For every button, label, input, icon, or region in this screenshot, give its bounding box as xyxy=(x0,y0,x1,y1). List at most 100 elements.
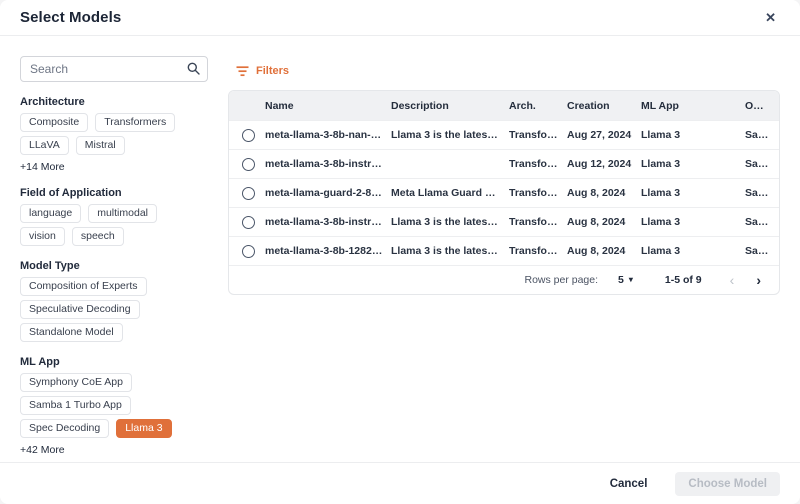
table-row[interactable]: meta-llama-3-8b-instruc…Llama 3 is the l… xyxy=(229,207,779,236)
filter-chip[interactable]: LLaVA xyxy=(20,136,69,155)
filter-group-label: Field of Application xyxy=(20,187,208,199)
cell-description: Llama 3 is the latest itera… xyxy=(391,245,509,257)
next-page-icon[interactable]: › xyxy=(752,271,765,289)
radio-button[interactable] xyxy=(242,216,255,229)
cell-ml-app: Llama 3 xyxy=(641,187,745,199)
filter-group-label: Model Type xyxy=(20,260,208,272)
filter-chip[interactable]: Transformers xyxy=(95,113,175,132)
filter-group: Model Type Composition of Experts Speculat… xyxy=(20,260,208,342)
pagination-range: 1-5 of 9 xyxy=(665,274,702,286)
column-header-ml-app: ML App xyxy=(641,100,745,112)
cell-name: meta-llama-3-8b-nan-ge… xyxy=(265,129,391,141)
select-models-dialog: Select Models ✕ Architecture Composite Tra… xyxy=(0,0,800,504)
table-body: meta-llama-3-8b-nan-ge…Llama 3 is the la… xyxy=(229,120,779,265)
cell-owner: SambaN… xyxy=(745,216,779,228)
table-row[interactable]: meta-llama-3-8b-instruc… Transfor…Aug 12,… xyxy=(229,149,779,178)
filter-chip[interactable]: Symphony CoE App xyxy=(20,373,132,392)
column-header-creation: Creation xyxy=(567,100,641,112)
show-more-link[interactable]: +42 More xyxy=(20,445,65,456)
chip-list: Composition of Experts Speculative Decodi… xyxy=(20,277,208,342)
models-table: Name Description Arch. Creation ML App O… xyxy=(228,90,780,295)
cell-arch: Transfor… xyxy=(509,245,567,257)
filter-chip[interactable]: language xyxy=(20,204,81,223)
chip-list: Composite Transformers LLaVA Mistral xyxy=(20,113,208,155)
cell-arch: Transfor… xyxy=(509,216,567,228)
cell-ml-app: Llama 3 xyxy=(641,129,745,141)
radio-button[interactable] xyxy=(242,158,255,171)
dialog-body: Architecture Composite Transformers LLaVA Mi… xyxy=(0,36,800,462)
filter-chip[interactable]: Samba 1 Turbo App xyxy=(20,396,131,415)
cell-owner: SambaN… xyxy=(745,158,779,170)
previous-page-icon[interactable]: ‹ xyxy=(726,271,739,289)
table-pagination: Rows per page: 5 ▾ 1-5 of 9 ‹ › xyxy=(229,265,779,294)
cell-creation: Aug 8, 2024 xyxy=(567,216,641,228)
column-header-owner: Owner xyxy=(745,100,779,112)
table-panel: Filters Name Description Arch. Creation … xyxy=(228,56,780,462)
column-header-name: Name xyxy=(265,100,391,112)
filter-icon xyxy=(236,66,249,77)
filter-group-label: ML App xyxy=(20,356,208,368)
filter-chip[interactable]: multimodal xyxy=(88,204,157,223)
search-box xyxy=(20,56,208,82)
cell-name: meta-llama-3-8b-instruc… xyxy=(265,158,391,170)
cell-creation: Aug 12, 2024 xyxy=(567,158,641,170)
table-row[interactable]: meta-llama-3-8b-128256…Llama 3 is the la… xyxy=(229,236,779,265)
close-icon[interactable]: ✕ xyxy=(763,9,778,26)
cell-creation: Aug 8, 2024 xyxy=(567,245,641,257)
filter-chip[interactable]: Llama 3 xyxy=(116,419,171,438)
filter-groups: Architecture Composite Transformers LLaVA Mi… xyxy=(20,96,208,462)
cell-owner: SambaN… xyxy=(745,187,779,199)
cell-ml-app: Llama 3 xyxy=(641,245,745,257)
filter-sidebar: Architecture Composite Transformers LLaVA Mi… xyxy=(20,56,208,462)
filter-group: Field of Application language multimodal vi… xyxy=(20,187,208,246)
cell-description: Llama 3 is the latest itera… xyxy=(391,129,509,141)
cell-ml-app: Llama 3 xyxy=(641,216,745,228)
filter-chip[interactable]: Mistral xyxy=(76,136,125,155)
dialog-footer: Cancel Choose Model xyxy=(0,462,800,504)
filter-chip[interactable]: Composition of Experts xyxy=(20,277,147,296)
filter-chip[interactable]: Standalone Model xyxy=(20,323,123,342)
cell-creation: Aug 27, 2024 xyxy=(567,129,641,141)
cancel-button[interactable]: Cancel xyxy=(604,477,654,491)
cell-name: meta-llama-3-8b-instruc… xyxy=(265,216,391,228)
cell-owner: SambaN… xyxy=(745,245,779,257)
cell-creation: Aug 8, 2024 xyxy=(567,187,641,199)
cell-arch: Transfor… xyxy=(509,158,567,170)
filter-group: Architecture Composite Transformers LLaVA Mi… xyxy=(20,96,208,173)
filter-chip[interactable]: speech xyxy=(72,227,124,246)
dialog-header: Select Models ✕ xyxy=(0,0,800,36)
filters-button[interactable]: Filters xyxy=(230,64,295,78)
cell-name: meta-llama-3-8b-128256… xyxy=(265,245,391,257)
rows-per-page-label: Rows per page: xyxy=(524,274,598,286)
radio-button[interactable] xyxy=(242,187,255,200)
rows-per-page-value: 5 xyxy=(618,274,624,286)
cell-owner: SambaN… xyxy=(745,129,779,141)
show-more-link[interactable]: +14 More xyxy=(20,162,65,173)
filter-chip[interactable]: Speculative Decoding xyxy=(20,300,140,319)
chip-list: Symphony CoE App Samba 1 Turbo App Spec De… xyxy=(20,373,208,438)
caret-down-icon: ▾ xyxy=(629,276,633,284)
column-header-arch: Arch. xyxy=(509,100,567,112)
table-header-row: Name Description Arch. Creation ML App O… xyxy=(229,91,779,120)
filter-group-label: Architecture xyxy=(20,96,208,108)
cell-arch: Transfor… xyxy=(509,187,567,199)
cell-description: Llama 3 is the latest itera… xyxy=(391,216,509,228)
filter-chip[interactable]: vision xyxy=(20,227,65,246)
radio-button[interactable] xyxy=(242,129,255,142)
cell-ml-app: Llama 3 xyxy=(641,158,745,170)
radio-button[interactable] xyxy=(242,245,255,258)
search-input[interactable] xyxy=(20,56,208,82)
cell-name: meta-llama-guard-2-8b-… xyxy=(265,187,391,199)
table-row[interactable]: meta-llama-guard-2-8b-…Meta Llama Guard … xyxy=(229,178,779,207)
filter-chip[interactable]: Spec Decoding xyxy=(20,419,109,438)
table-row[interactable]: meta-llama-3-8b-nan-ge…Llama 3 is the la… xyxy=(229,120,779,149)
filter-group: ML AppSymphony CoE AppSamba 1 Turbo AppS… xyxy=(20,356,208,456)
column-header-description: Description xyxy=(391,100,509,112)
cell-description: Meta Llama Guard 2 is an … xyxy=(391,187,509,199)
filters-label: Filters xyxy=(256,65,289,77)
rows-per-page-select[interactable]: 5 ▾ xyxy=(612,273,639,287)
filter-chip[interactable]: Composite xyxy=(20,113,88,132)
chip-list: language multimodal vision speech xyxy=(20,204,208,246)
cell-arch: Transfor… xyxy=(509,129,567,141)
choose-model-button[interactable]: Choose Model xyxy=(675,472,780,496)
